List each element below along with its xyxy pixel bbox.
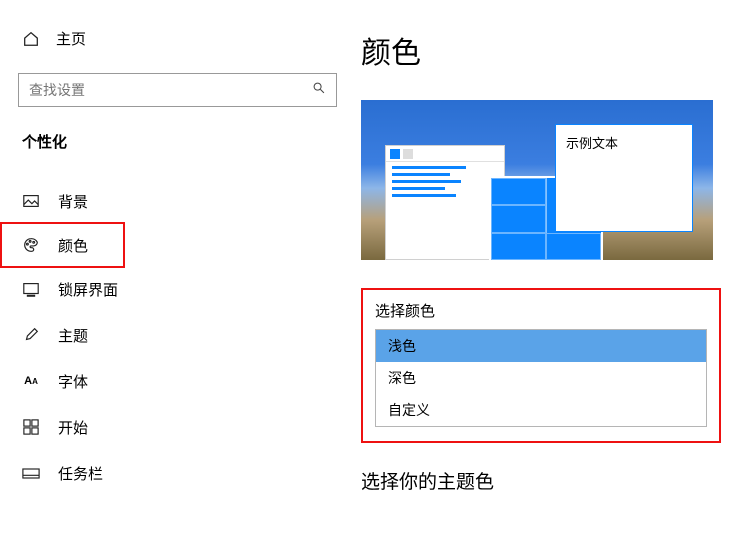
color-option-dark[interactable]: 深色 [376, 362, 706, 394]
choose-color-label: 选择颜色 [375, 300, 707, 321]
search-box[interactable] [18, 73, 337, 107]
sidebar-item-font[interactable]: AA 字体 [0, 358, 355, 404]
font-icon: AA [22, 372, 40, 390]
preview-window [385, 145, 505, 260]
color-preview: Aa 示例文本 [361, 100, 713, 260]
home-link[interactable]: 主页 [0, 28, 355, 49]
preview-sample-window: 示例文本 [555, 124, 693, 232]
section-header: 个性化 [0, 131, 355, 170]
search-icon [312, 81, 326, 100]
sidebar: 主页 个性化 背景 颜色 [0, 0, 355, 555]
sidebar-item-label: 背景 [58, 191, 88, 212]
sample-text: 示例文本 [566, 136, 618, 151]
home-icon [22, 30, 40, 48]
color-mode-dropdown[interactable]: 浅色 深色 自定义 [375, 329, 707, 427]
sidebar-item-theme[interactable]: 主题 [0, 312, 355, 358]
sidebar-item-label: 开始 [58, 417, 88, 438]
page-title: 颜色 [361, 28, 750, 72]
sidebar-item-label: 字体 [58, 371, 88, 392]
image-icon [22, 192, 40, 210]
start-icon [22, 418, 40, 436]
color-option-custom[interactable]: 自定义 [376, 394, 706, 426]
sidebar-item-background[interactable]: 背景 [0, 178, 355, 224]
brush-icon [22, 326, 40, 344]
sidebar-item-label: 任务栏 [58, 463, 103, 484]
sidebar-item-label: 主题 [58, 325, 88, 346]
sidebar-item-label: 锁屏界面 [58, 279, 118, 300]
sidebar-item-start[interactable]: 开始 [0, 404, 355, 450]
search-input[interactable] [29, 82, 312, 98]
palette-icon [22, 236, 40, 254]
sidebar-item-color[interactable]: 颜色 [0, 222, 125, 268]
color-option-light[interactable]: 浅色 [376, 330, 706, 362]
sidebar-item-label: 颜色 [58, 235, 88, 256]
nav-list: 背景 颜色 锁屏界面 [0, 170, 355, 496]
taskbar-icon [22, 464, 40, 482]
home-label: 主页 [56, 28, 86, 49]
sidebar-item-taskbar[interactable]: 任务栏 [0, 450, 355, 496]
choose-color-section: 选择颜色 浅色 深色 自定义 [361, 288, 721, 443]
lockscreen-icon [22, 280, 40, 298]
main-content: 颜色 Aa 示例文本 选择颜色 浅色 深色 自定义 选择你的主题色 [355, 0, 750, 555]
sidebar-item-lockscreen[interactable]: 锁屏界面 [0, 266, 355, 312]
theme-color-heading: 选择你的主题色 [361, 467, 750, 494]
